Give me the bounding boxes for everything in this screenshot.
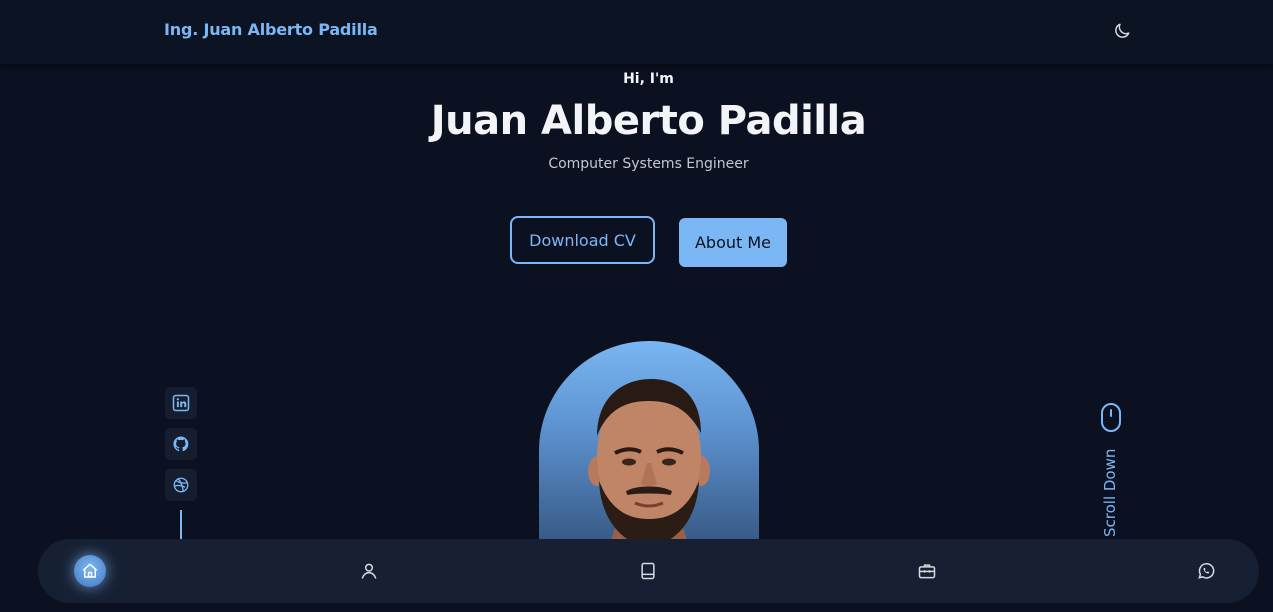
nav-about[interactable] bbox=[353, 555, 385, 587]
scroll-down-button[interactable]: Scroll Down bbox=[1098, 403, 1124, 543]
nav-resume[interactable] bbox=[632, 555, 664, 587]
home-icon bbox=[82, 563, 98, 578]
linkedin-link[interactable] bbox=[165, 387, 197, 419]
portrait-image bbox=[539, 341, 759, 551]
linkedin-icon bbox=[172, 394, 190, 412]
github-link[interactable] bbox=[165, 428, 197, 460]
briefcase-icon bbox=[918, 564, 936, 579]
nav-home[interactable] bbox=[74, 555, 106, 587]
dribbble-icon bbox=[173, 477, 189, 493]
social-links bbox=[165, 387, 197, 510]
nav-portfolio[interactable] bbox=[911, 555, 943, 587]
mouse-icon bbox=[1101, 403, 1121, 432]
book-icon bbox=[641, 562, 655, 580]
user-icon bbox=[361, 563, 377, 579]
hero-name: Juan Alberto Padilla bbox=[430, 98, 867, 144]
social-divider-line bbox=[180, 510, 182, 540]
portrait-person bbox=[588, 379, 710, 551]
hero-role: Computer Systems Engineer bbox=[548, 156, 749, 172]
hero-greeting: Hi, I'm bbox=[623, 71, 674, 87]
moon-icon bbox=[1115, 23, 1130, 38]
dribbble-link[interactable] bbox=[165, 469, 197, 501]
bottom-navigation bbox=[38, 539, 1259, 603]
about-me-button[interactable]: About Me bbox=[679, 218, 787, 267]
top-navbar: Ing. Juan Alberto Padilla bbox=[0, 0, 1273, 64]
nav-contact[interactable] bbox=[1190, 555, 1222, 587]
scroll-down-label: Scroll Down bbox=[1101, 448, 1119, 537]
brand-name[interactable]: Ing. Juan Alberto Padilla bbox=[164, 20, 378, 39]
theme-toggle-button[interactable] bbox=[1110, 19, 1134, 43]
download-cv-button[interactable]: Download CV bbox=[510, 216, 655, 264]
github-icon bbox=[173, 436, 189, 452]
whatsapp-icon bbox=[1198, 562, 1215, 579]
